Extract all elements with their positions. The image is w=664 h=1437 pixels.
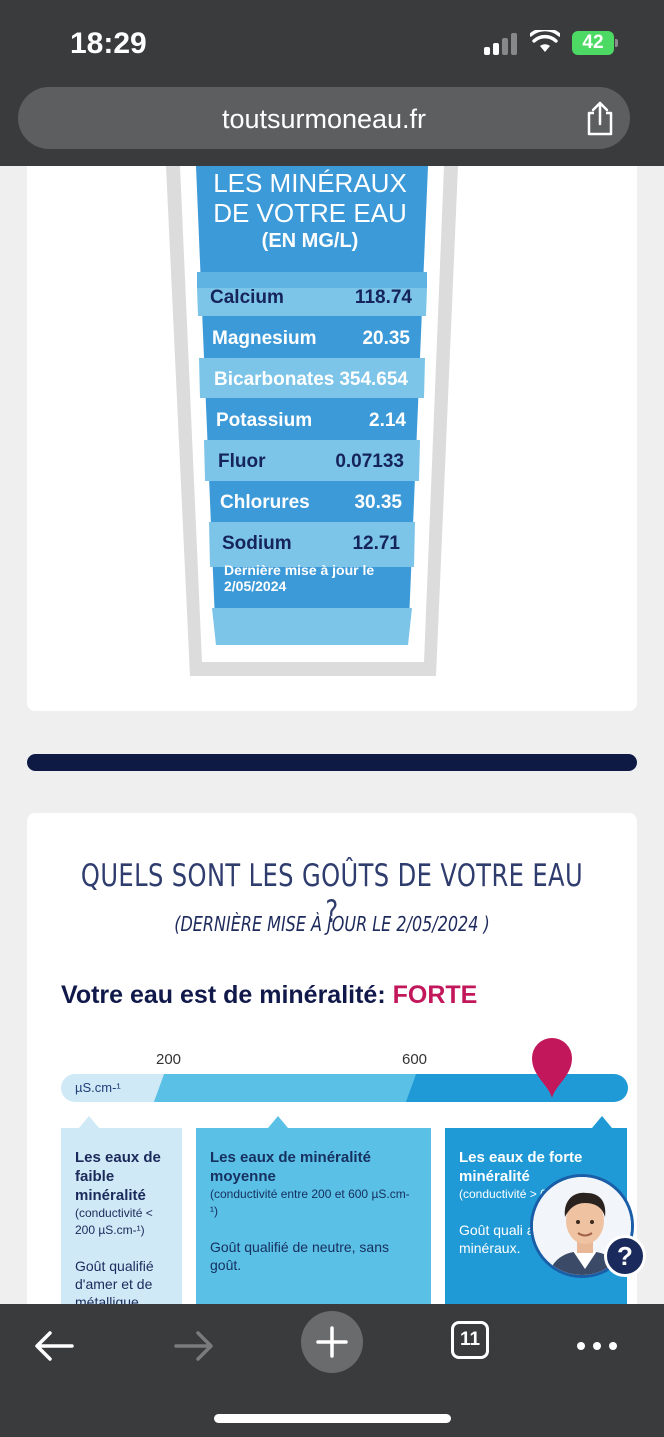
minerals-title-line1: LES MINÉRAUX: [213, 168, 407, 198]
minerals-title-line2: DE VOTRE EAU: [213, 198, 407, 228]
mineral-name: Potassium: [216, 410, 313, 431]
mineral-row: Magnesium 20.35: [206, 318, 420, 358]
medium-minerality-box: Les eaux de minéralité moyenne (conducti…: [196, 1128, 431, 1304]
mineral-row: Calcium 118.74: [204, 277, 422, 317]
box-notch: [268, 1116, 288, 1128]
minerals-unit: (EN MG/L): [261, 230, 359, 252]
mineral-value: 118.74: [354, 287, 412, 308]
box-heading: Les eaux de minéralité moyenne: [210, 1149, 371, 1185]
mineral-name: Bicarbonates: [214, 369, 335, 390]
mineral-value: 0.07133: [335, 451, 404, 472]
back-arrow-icon[interactable]: [32, 1322, 76, 1370]
box-condition: (conductivité < 200 µS.cm-¹): [75, 1206, 153, 1237]
mineral-name: Chlorures: [220, 492, 310, 513]
minerality-label: Votre eau est de minéralité:: [61, 981, 386, 1009]
mineral-value: 12.71: [352, 533, 400, 554]
plus-icon[interactable]: [300, 1310, 364, 1374]
box-taste: Goût qualifié d'amer et de métallique: [75, 1258, 154, 1310]
forward-arrow-icon[interactable]: [172, 1322, 216, 1370]
low-minerality-box: Les eaux de faible minéralité (conductiv…: [61, 1128, 182, 1310]
map-pin-icon: [532, 1038, 572, 1098]
help-button[interactable]: ?: [604, 1235, 646, 1277]
mineral-value: 30.35: [354, 492, 402, 513]
mineral-value: 2.14: [369, 410, 406, 431]
mineral-row: Fluor 0.07133: [212, 441, 414, 481]
tabs-icon[interactable]: 11: [451, 1321, 489, 1359]
box-taste: Goût qualifié de neutre, sans goût.: [210, 1239, 390, 1273]
mineral-row: Chlorures 30.35: [214, 482, 412, 522]
tastes-subtitle: (DERNIÈRE MISE À JOUR LE 2/05/2024 ): [174, 912, 490, 936]
mineral-row: Bicarbonates 354.654: [208, 359, 418, 399]
box-heading: Les eaux de faible minéralité: [75, 1149, 161, 1204]
scale-tick-200: 200: [156, 1051, 182, 1068]
mineral-row: Sodium 12.71: [216, 523, 410, 563]
mineral-row: Potassium 2.14: [210, 400, 416, 440]
more-icon[interactable]: [574, 1322, 620, 1370]
box-notch: [592, 1116, 612, 1128]
mineral-value: 354.654: [339, 369, 408, 390]
scale-tick-600: 600: [402, 1051, 428, 1068]
mineral-name: Calcium: [210, 287, 284, 308]
minerality-level: FORTE: [392, 981, 478, 1009]
mineral-name: Magnesium: [212, 328, 317, 349]
mineral-value: 20.35: [362, 328, 410, 349]
section-divider: [27, 754, 637, 771]
mineral-name: Sodium: [222, 533, 292, 554]
minerality-statement: Votre eau est de minéralité: FORTE: [61, 981, 477, 1010]
box-condition: (conductivité entre 200 et 600 µS.cm-¹): [210, 1187, 410, 1218]
mineral-name: Fluor: [218, 451, 266, 472]
box-notch: [79, 1116, 99, 1128]
scale-unit: µS.cm-¹: [75, 1080, 121, 1095]
home-indicator: [214, 1414, 451, 1423]
minerals-last-update: Dernière mise à jour le 2/05/2024: [224, 562, 375, 594]
